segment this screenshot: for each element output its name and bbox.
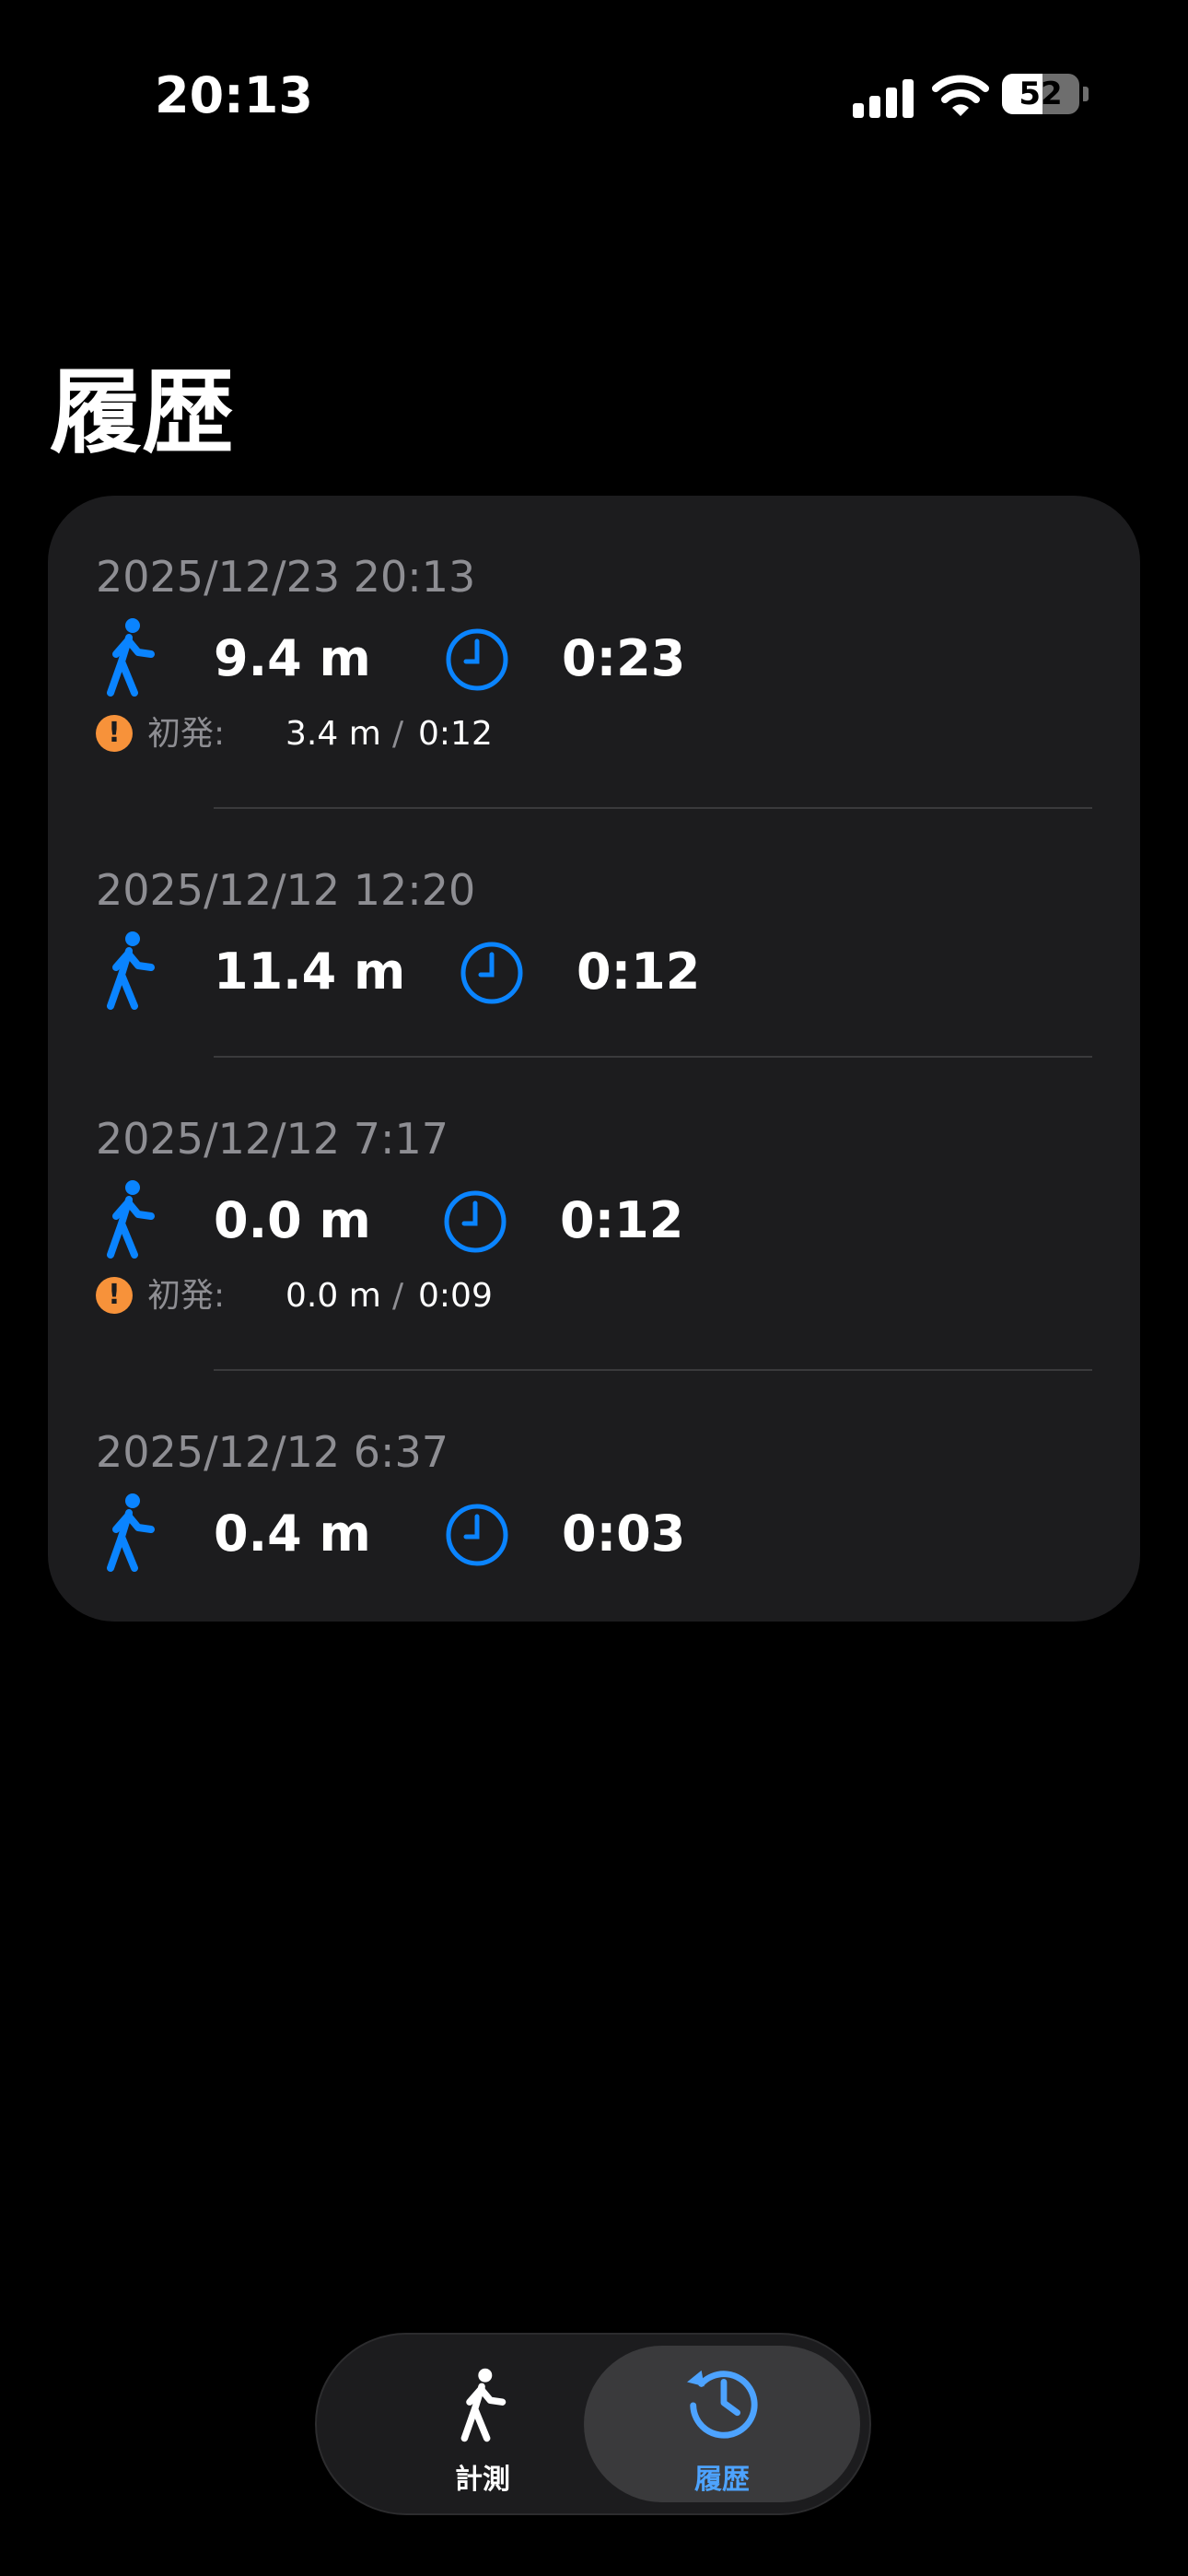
entry-stats: 9.4 m 0:23: [48, 617, 1140, 700]
status-time: 20:13: [155, 66, 313, 124]
entry-date: 2025/12/12 12:20: [96, 865, 476, 915]
first-detect-distance: 0.0 m: [285, 1277, 381, 1315]
tab-label: 計測: [455, 2464, 510, 2496]
tab-label: 履歴: [694, 2464, 750, 2496]
clock-arrow-icon: [687, 2370, 758, 2439]
first-detect-distance: 3.4 m: [285, 715, 381, 753]
exclamation-circle-icon: !: [96, 1277, 133, 1314]
clock-icon: [460, 942, 523, 1004]
battery-icon: 52: [1002, 74, 1079, 114]
exclamation-circle-icon: !: [96, 715, 133, 752]
entry-date: 2025/12/12 6:37: [96, 1427, 449, 1477]
entry-duration: 0:03: [562, 1505, 686, 1563]
screen: 20:13 52 履歴 2025/12/23 20:13 9.4 m 0:23 …: [0, 0, 1188, 2576]
figure-walk-icon: [107, 931, 155, 1010]
entry-duration: 0:12: [577, 943, 701, 1001]
history-entry[interactable]: 2025/12/23 20:13 9.4 m 0:23 ! 初発: 3.4 m …: [48, 496, 1140, 809]
entry-distance: 11.4 m: [214, 943, 406, 1001]
battery-level: 52: [1019, 76, 1063, 112]
entry-distance: 0.4 m: [214, 1505, 371, 1563]
figure-walk-icon: [107, 1180, 155, 1259]
battery-nub: [1083, 87, 1089, 101]
first-detect-duration: 0:12: [418, 715, 493, 753]
first-detect-label: 初発:: [147, 715, 226, 753]
figure-walk-icon: [107, 618, 155, 697]
entry-date: 2025/12/12 7:17: [96, 1114, 449, 1164]
wifi-icon: [932, 75, 989, 116]
first-detect-label: 初発:: [147, 1277, 226, 1315]
history-list: 2025/12/23 20:13 9.4 m 0:23 ! 初発: 3.4 m …: [48, 496, 1140, 1622]
entry-date: 2025/12/23 20:13: [96, 552, 476, 602]
figure-walk-icon: [107, 1493, 155, 1572]
cellular-signal-icon: [853, 77, 914, 118]
tab-measure[interactable]: 計測: [344, 2346, 621, 2502]
history-entry[interactable]: 2025/12/12 12:20 11.4 m 0:12: [48, 809, 1140, 1056]
entry-stats: 0.4 m 0:03: [48, 1493, 1140, 1575]
figure-walk-icon: [460, 2368, 507, 2442]
entry-stats: 0.0 m 0:12: [48, 1179, 1140, 1262]
first-detect-separator: /: [392, 715, 404, 753]
tab-bar: 計測 履歴: [315, 2333, 871, 2515]
entry-duration: 0:23: [562, 629, 686, 687]
clock-icon: [444, 1190, 507, 1253]
first-detect-duration: 0:09: [418, 1277, 493, 1315]
history-entry[interactable]: 2025/12/12 6:37 0.4 m 0:03: [48, 1371, 1140, 1622]
entry-duration: 0:12: [560, 1191, 684, 1249]
entry-distance: 0.0 m: [214, 1191, 371, 1249]
status-indicators: 52: [847, 70, 1089, 122]
page-title: 履歴: [50, 358, 234, 466]
first-detect-separator: /: [392, 1277, 404, 1315]
clock-icon: [446, 628, 508, 691]
clock-icon: [446, 1504, 508, 1566]
history-entry[interactable]: 2025/12/12 7:17 0.0 m 0:12 ! 初発: 0.0 m /…: [48, 1058, 1140, 1371]
entry-stats: 11.4 m 0:12: [48, 931, 1140, 1013]
entry-distance: 9.4 m: [214, 629, 371, 687]
tab-history[interactable]: 履歴: [584, 2346, 860, 2502]
